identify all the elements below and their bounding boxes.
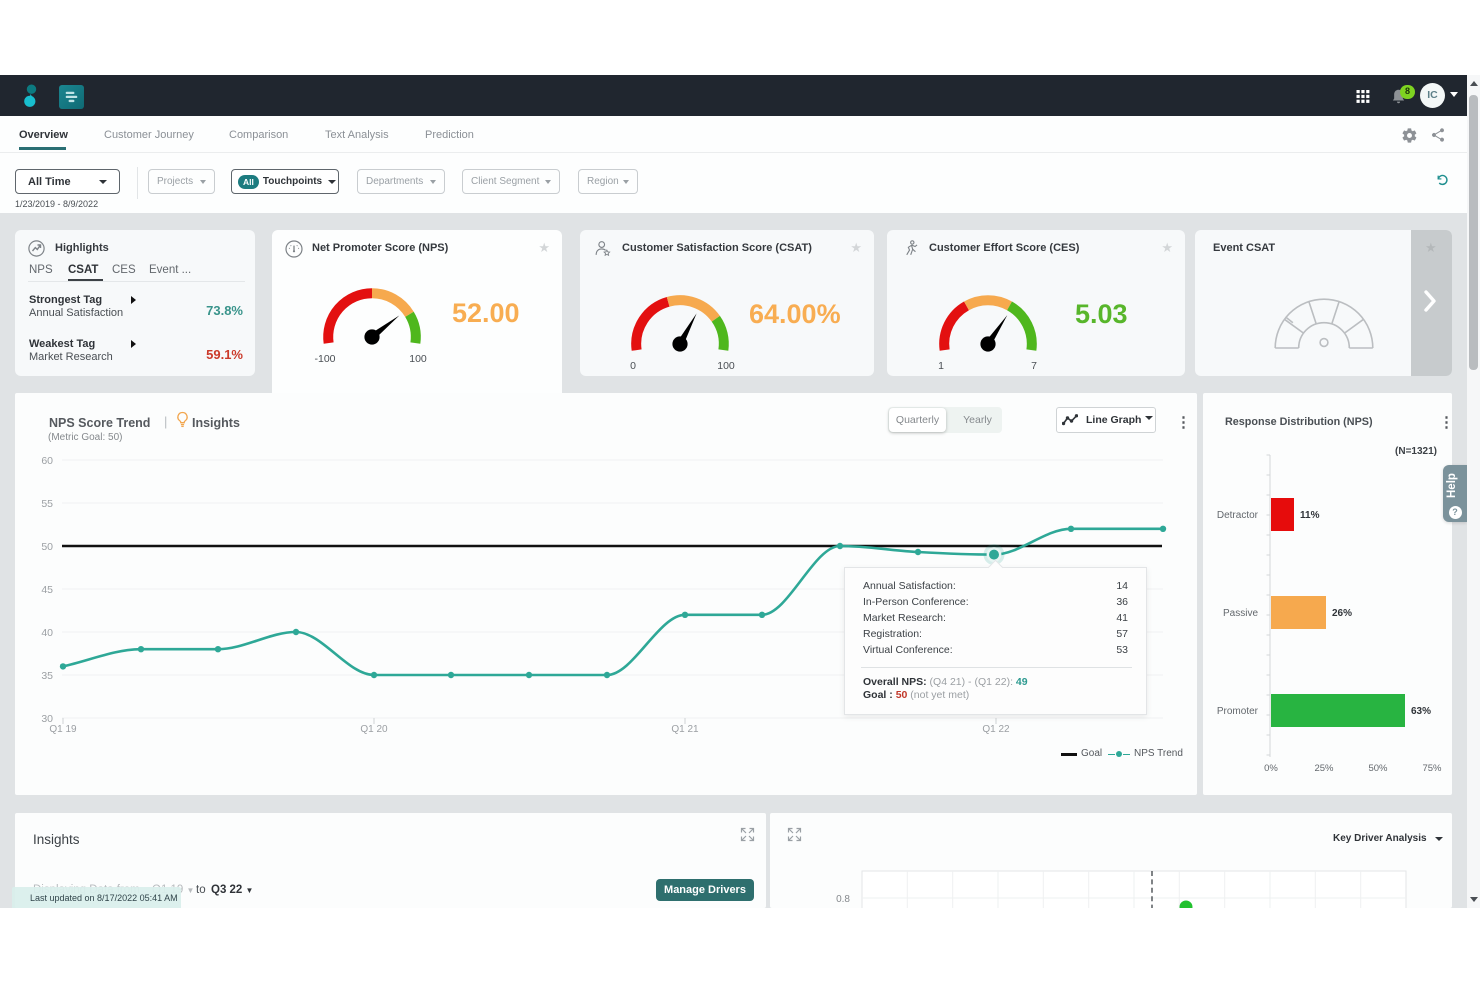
svg-text:11%: 11% [1300,510,1320,521]
svg-text:0.8: 0.8 [836,894,850,905]
svg-text:0%: 0% [1264,763,1278,774]
svg-text:35: 35 [41,670,53,682]
svg-text:0: 0 [630,360,636,372]
svg-text:100: 100 [409,353,427,365]
svg-text:25%: 25% [1314,763,1334,774]
svg-text:40: 40 [41,627,53,639]
svg-text:45: 45 [41,584,53,596]
svg-text:Q1 21: Q1 21 [671,724,699,735]
svg-text:55: 55 [41,498,53,510]
svg-text:Q1 19: Q1 19 [49,724,77,735]
svg-text:Promoter: Promoter [1217,706,1259,717]
svg-text:Passive: Passive [1223,608,1258,619]
svg-text:100: 100 [717,360,735,372]
svg-text:1: 1 [938,360,944,372]
svg-text:50: 50 [41,541,53,553]
svg-text:Q1 22: Q1 22 [982,724,1010,735]
svg-text:60: 60 [41,455,53,467]
svg-text:7: 7 [1031,360,1037,372]
svg-text:26%: 26% [1332,608,1352,619]
svg-text:63%: 63% [1411,706,1431,717]
svg-text:50%: 50% [1368,763,1388,774]
svg-text:Q1 20: Q1 20 [360,724,388,735]
svg-text:Detractor: Detractor [1217,510,1259,521]
svg-text:-100: -100 [314,353,335,365]
svg-text:75%: 75% [1422,763,1442,774]
